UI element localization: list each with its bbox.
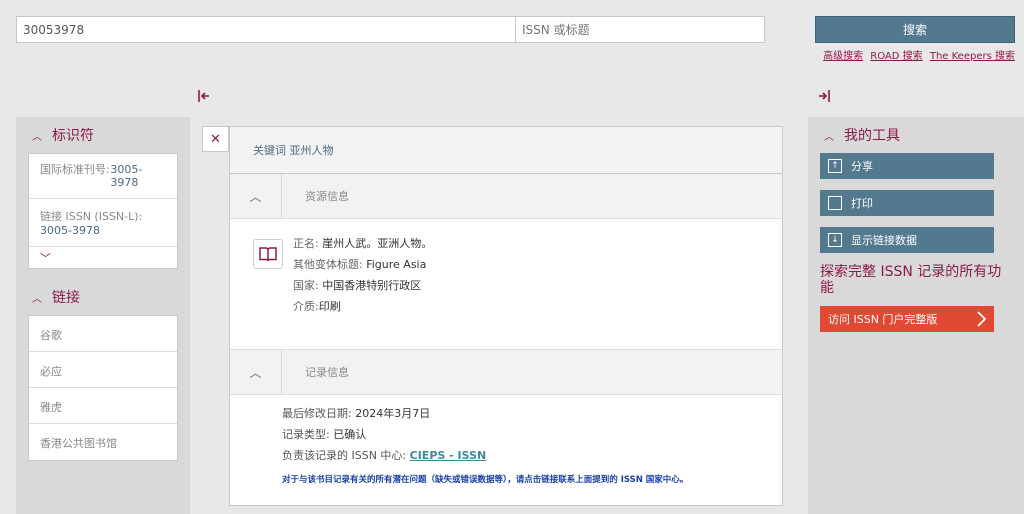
expand-identifiers-icon[interactable]: ﹀ [29, 247, 177, 268]
left-panel: ︿ 标识符 国际标准刊号: 3005-3978 链接 ISSN (ISSN-L)… [16, 117, 190, 514]
issnl-label: 链接 ISSN (ISSN-L): [40, 210, 143, 223]
print-label: 打印 [851, 197, 873, 210]
share-button[interactable]: ↑ 分享 [820, 153, 994, 179]
variant-label: 其他变体标题: [293, 258, 363, 271]
linked-data-button[interactable]: ↓ 显示链接数据 [820, 227, 994, 253]
link-yahoo[interactable]: 雅虎 [29, 388, 177, 424]
chevron-up-icon: ︿ [824, 131, 834, 143]
link-google[interactable]: 谷歌 [29, 316, 177, 352]
search-button[interactable]: 搜索 [815, 16, 1015, 43]
links-header[interactable]: ︿ 链接 [16, 279, 190, 315]
download-icon: ↓ [828, 233, 842, 247]
identifiers-header[interactable]: ︿ 标识符 [16, 117, 190, 153]
medium-value: 印刷 [318, 300, 341, 313]
resource-toggle-icon[interactable]: ︿ [230, 174, 282, 218]
record-panel: 关键词 亚州人物 ︿ 资源信息 正名: 崖州人武。亚洲人物。 其他变体标题: F… [229, 126, 783, 506]
resource-section-title: 资源信息 [305, 190, 349, 203]
tools-title: 我的工具 [844, 128, 900, 144]
advanced-links: 高级搜索 ROAD 搜索 The Keepers 搜索 [819, 47, 1015, 62]
variant-value: Figure Asia [366, 258, 427, 271]
record-body: 最后修改日期: 2024年3月7日 记录类型: 已确认 负责该记录的 ISSN … [230, 395, 782, 491]
resource-fields: 正名: 崖州人武。亚洲人物。 其他变体标题: Figure Asia 国家: 中… [293, 233, 432, 317]
modified-value: 2024年3月7日 [355, 407, 431, 420]
contact-note: 对于与该书目记录有关的所有潜在问题（缺失或错误数据等），请点击链接联系上面提到的… [282, 475, 689, 485]
resource-body: 正名: 崖州人武。亚洲人物。 其他变体标题: Figure Asia 国家: 中… [230, 219, 782, 350]
chevron-right-icon [977, 311, 986, 327]
country-label: 国家: [293, 279, 319, 292]
share-icon: ↑ [828, 159, 842, 173]
print-button[interactable]: 打印 [820, 190, 994, 216]
issn-row: 国际标准刊号: 3005-3978 [29, 154, 177, 199]
record-toggle-icon[interactable]: ︿ [230, 350, 282, 394]
title-label: 正名: [293, 237, 319, 250]
medium-label: 介质: [293, 300, 319, 313]
chevron-up-icon: ︿ [32, 131, 42, 143]
issn-label: 国际标准刊号: [40, 163, 110, 176]
close-button[interactable]: ✕ [202, 126, 229, 152]
identifiers-title: 标识符 [52, 128, 94, 144]
title-value: 崖州人武。亚洲人物。 [322, 237, 433, 250]
link-bing[interactable]: 必应 [29, 352, 177, 388]
keyword-title: 关键词 亚州人物 [230, 127, 782, 174]
modified-label: 最后修改日期: [282, 407, 352, 420]
issnl-value: 3005-3978 [40, 224, 100, 237]
tools-panel: ︿ 我的工具 ↑ 分享 打印 ↓ 显示链接数据 探索完整 ISSN 记录的所有功… [808, 117, 1024, 514]
identifiers-box: 国际标准刊号: 3005-3978 链接 ISSN (ISSN-L): 3005… [28, 153, 178, 269]
portal-label: 访问 ISSN 门户完整版 [828, 313, 938, 326]
center-label: 负责该记录的 ISSN 中心: [282, 449, 407, 462]
road-search-link[interactable]: ROAD 搜索 [870, 51, 922, 62]
collapse-right-icon[interactable] [817, 89, 831, 107]
explore-text: 探索完整 ISSN 记录的所有功能 [820, 264, 1002, 296]
link-hkpl[interactable]: 香港公共图书馆 [29, 424, 177, 460]
advanced-search-link[interactable]: 高级搜索 [823, 51, 863, 62]
tools-header[interactable]: ︿ 我的工具 [808, 117, 1024, 153]
issn-value: 3005-3978 [110, 163, 143, 189]
links-title: 链接 [52, 290, 80, 306]
document-icon [828, 196, 842, 210]
issnl-row: 链接 ISSN (ISSN-L): 3005-3978 [29, 199, 177, 247]
type-value: 已确认 [333, 428, 367, 441]
resource-section-header: ︿ 资源信息 [230, 174, 782, 219]
links-box: 谷歌 必应 雅虎 香港公共图书馆 [28, 315, 178, 461]
portal-button[interactable]: 访问 ISSN 门户完整版 [820, 306, 994, 332]
linked-data-label: 显示链接数据 [851, 234, 917, 247]
collapse-left-icon[interactable] [197, 89, 211, 107]
keepers-search-link[interactable]: The Keepers 搜索 [930, 51, 1015, 62]
record-section-header: ︿ 记录信息 [230, 350, 782, 395]
country-value: 中国香港特别行政区 [322, 279, 422, 292]
chevron-up-icon: ︿ [32, 293, 42, 305]
book-icon [253, 239, 283, 269]
search-input[interactable] [16, 16, 516, 43]
title-filter-input[interactable] [515, 16, 765, 43]
type-label: 记录类型: [282, 428, 330, 441]
center-link[interactable]: CIEPS - ISSN [410, 449, 487, 462]
share-label: 分享 [851, 160, 873, 173]
record-section-title: 记录信息 [305, 366, 349, 379]
